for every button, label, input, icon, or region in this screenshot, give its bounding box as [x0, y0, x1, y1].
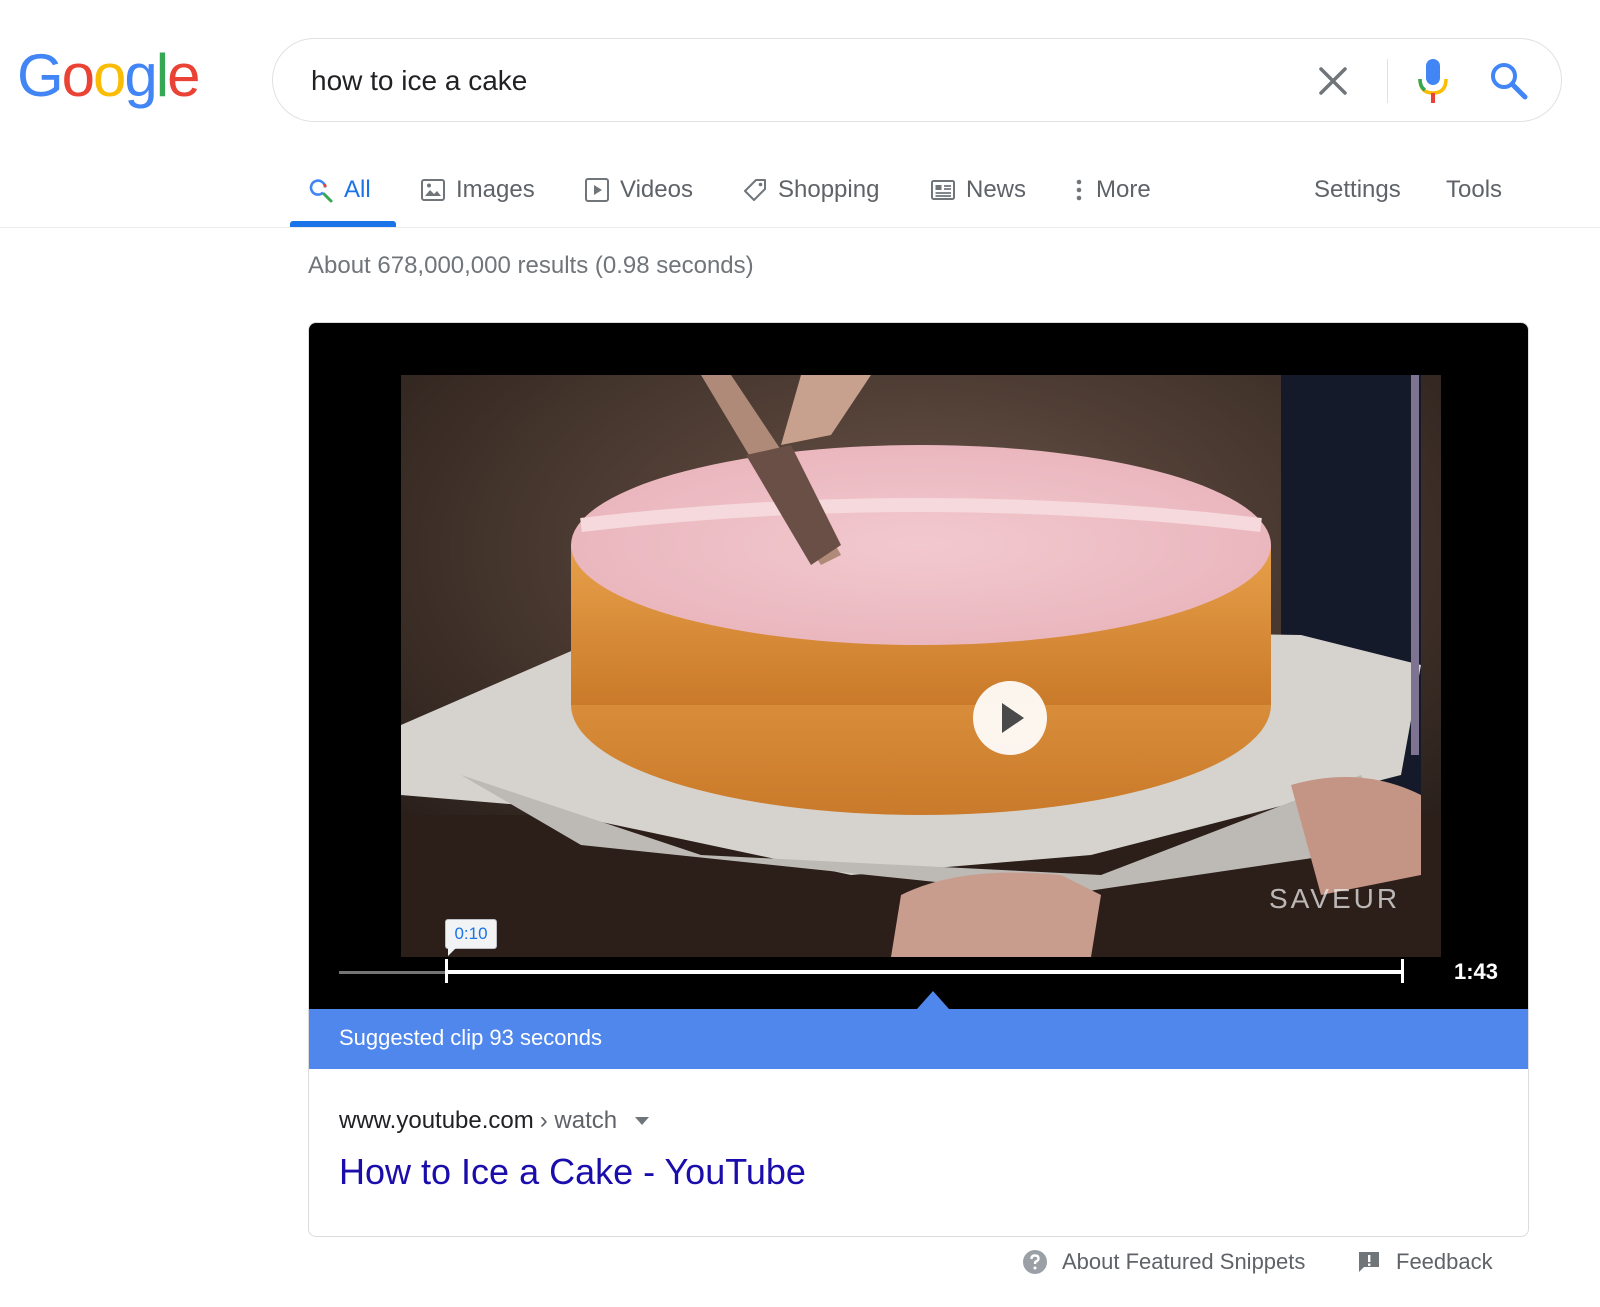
tab-label: News — [966, 176, 1027, 203]
result-stats: About 678,000,000 results (0.98 seconds) — [308, 252, 754, 279]
timeline-before-clip — [339, 971, 447, 974]
newspaper-icon — [931, 180, 955, 200]
play-box-icon — [585, 178, 609, 202]
search-icon — [309, 179, 333, 203]
clip-start-marker[interactable] — [445, 959, 448, 983]
tab-label: Images — [456, 176, 535, 203]
tab-shopping[interactable]: Shopping — [742, 168, 879, 212]
tools-link[interactable]: Tools — [1446, 168, 1502, 212]
logo-letter-o2: o — [93, 42, 126, 109]
tab-label: More — [1096, 176, 1151, 203]
logo-letter-o1: o — [61, 42, 95, 109]
suggested-clip-bar[interactable]: Suggested clip 93 seconds — [309, 1009, 1528, 1069]
timeline-suggested-clip[interactable] — [447, 970, 1403, 974]
caret-down-icon[interactable] — [635, 1117, 650, 1125]
logo-letter-g: G — [17, 42, 64, 109]
active-tab-indicator — [290, 221, 396, 227]
feedback-label: Feedback — [1396, 1249, 1493, 1274]
tools-label: Tools — [1446, 176, 1503, 203]
feedback-icon — [1359, 1252, 1379, 1272]
suggested-clip-label: Suggested clip 93 seconds — [339, 1025, 602, 1050]
video-player[interactable]: SAVEUR 0:10 1:43 — [309, 323, 1528, 1009]
tab-all[interactable]: All — [308, 168, 371, 212]
result-domain: www.youtube.com — [339, 1107, 534, 1134]
tag-icon — [744, 179, 766, 201]
video-thumbnail — [401, 375, 1441, 957]
tab-videos[interactable]: Videos — [584, 168, 693, 212]
tab-images[interactable]: Images — [420, 168, 535, 212]
video-frame[interactable]: SAVEUR — [401, 375, 1441, 957]
about-label: About Featured Snippets — [1062, 1249, 1306, 1274]
logo-letter-l: l — [155, 42, 169, 109]
featured-snippet: SAVEUR 0:10 1:43 Suggested clip 93 secon… — [308, 322, 1529, 1237]
snippet-footer: About Featured Snippets Feedback — [0, 1244, 1600, 1284]
play-button[interactable] — [973, 681, 1047, 755]
clip-end-marker[interactable] — [1401, 959, 1404, 983]
feedback-link[interactable]: Feedback — [1356, 1244, 1493, 1280]
result-path: › watch — [539, 1107, 618, 1134]
tab-more[interactable]: More — [1072, 168, 1151, 212]
about-featured-snippets-link[interactable]: About Featured Snippets — [1022, 1244, 1305, 1280]
tab-label: Shopping — [778, 176, 880, 203]
logo-letter-g2: g — [124, 42, 157, 109]
clip-pointer — [917, 991, 949, 1009]
result-url: www.youtube.com › watch — [339, 1107, 650, 1135]
settings-label: Settings — [1314, 176, 1401, 203]
settings-link[interactable]: Settings — [1314, 168, 1401, 212]
result-title-link[interactable]: How to Ice a Cake - YouTube — [339, 1151, 806, 1193]
tab-label: All — [344, 176, 371, 203]
help-icon — [1023, 1250, 1047, 1274]
logo-letter-e: e — [167, 42, 200, 109]
google-logo[interactable]: Google — [17, 42, 201, 109]
clip-start-tooltip: 0:10 — [445, 919, 497, 956]
video-watermark: SAVEUR — [1269, 883, 1401, 914]
video-timeline[interactable] — [339, 959, 1429, 983]
search-tabs: All Images Videos Shopping News More Set… — [0, 160, 1600, 228]
search-box[interactable]: how to ice a cake — [272, 38, 1562, 122]
video-duration: 1:43 — [1454, 959, 1499, 984]
close-icon[interactable] — [1313, 61, 1353, 101]
more-vert-icon — [1076, 179, 1082, 201]
search-icon[interactable] — [1487, 59, 1531, 103]
tab-news[interactable]: News — [930, 168, 1026, 212]
microphone-icon[interactable] — [1415, 57, 1451, 105]
image-icon — [421, 179, 445, 201]
search-divider — [1387, 59, 1388, 103]
search-input[interactable]: how to ice a cake — [311, 61, 527, 101]
tab-label: Videos — [620, 176, 693, 203]
